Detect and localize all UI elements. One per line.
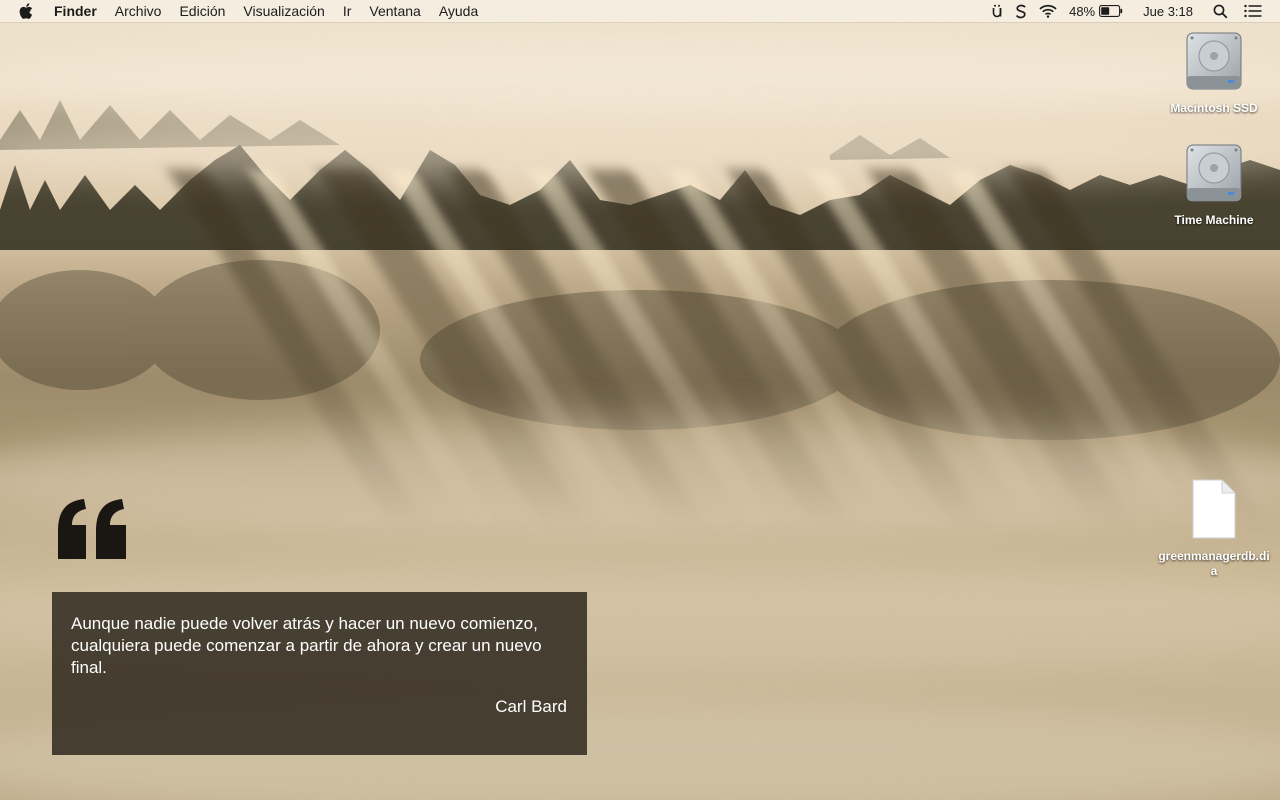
desktop-icon-macintosh-ssd[interactable]: Macintosh SSD — [1154, 30, 1274, 116]
desktop-icon-greenmanagerdb[interactable]: greenmanagerdb.dia — [1154, 478, 1274, 579]
spotlight-search-icon[interactable] — [1213, 4, 1228, 19]
desktop-icon-label: Time Machine — [1174, 213, 1254, 227]
hard-drive-icon — [1184, 30, 1244, 97]
menu-ayuda[interactable]: Ayuda — [430, 0, 487, 22]
apple-menu-icon[interactable] — [19, 2, 37, 20]
desktop-icon-label: greenmanagerdb.dia — [1158, 549, 1270, 578]
battery-icon — [1099, 5, 1123, 17]
menu-edicion[interactable]: Edición — [170, 0, 234, 22]
menu-visualizacion[interactable]: Visualización — [234, 0, 333, 22]
menu-ventana[interactable]: Ventana — [360, 0, 429, 22]
hard-drive-icon — [1184, 142, 1244, 209]
quote-author: Carl Bard — [495, 697, 567, 716]
menu-ir[interactable]: Ir — [334, 0, 361, 22]
status-area: 48% Jue 3:18 — [985, 0, 1280, 22]
quote-text: Aunque nadie puede volver atrás y hacer … — [71, 614, 542, 677]
quote-widget: Aunque nadie puede volver atrás y hacer … — [52, 592, 587, 755]
menu-archivo[interactable]: Archivo — [106, 0, 171, 22]
notification-center-icon[interactable] — [1244, 4, 1262, 18]
battery-percent: 48% — [1069, 3, 1096, 19]
skype-s-icon[interactable] — [1015, 4, 1027, 19]
desktop-icon-label: Macintosh SSD — [1170, 101, 1258, 115]
menu-finder[interactable]: Finder — [54, 0, 106, 22]
menu-clock[interactable]: Jue 3:18 — [1143, 4, 1193, 19]
quote-mark-icon — [54, 497, 130, 561]
desktop-icon-time-machine[interactable]: Time Machine — [1154, 142, 1274, 228]
battery-status[interactable]: 48% — [1069, 4, 1123, 19]
document-icon — [1189, 478, 1239, 545]
wifi-icon[interactable] — [1039, 4, 1057, 18]
text-input-u-icon[interactable] — [991, 4, 1003, 18]
menu-bar: Finder Archivo Edición Visualización Ir … — [0, 0, 1280, 22]
